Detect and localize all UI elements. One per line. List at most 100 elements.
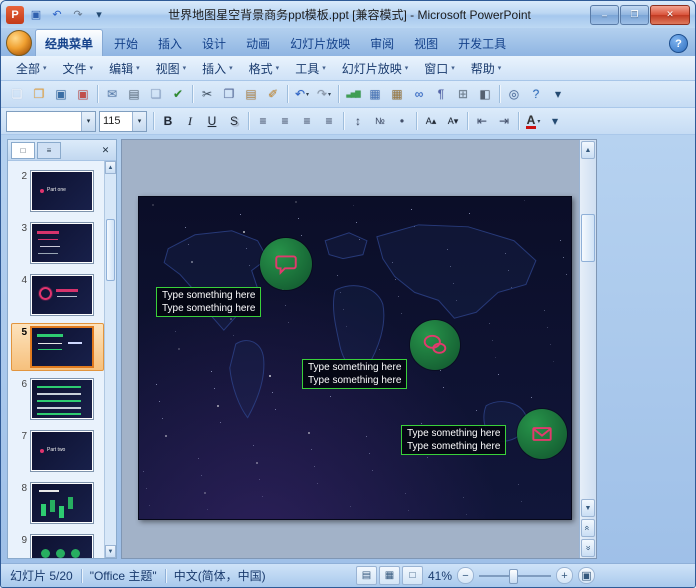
spelling-button[interactable]: ✔ <box>167 84 189 104</box>
slide-thumbnail-6[interactable]: 6 <box>11 375 104 423</box>
maximize-button[interactable]: ❐ <box>620 4 649 25</box>
zoom-out-button[interactable]: − <box>457 567 474 584</box>
menu-edit[interactable]: 编辑 ▾ <box>104 58 145 79</box>
tab-review[interactable]: 审阅 <box>361 30 403 56</box>
menu-window[interactable]: 窗口 ▾ <box>419 58 460 79</box>
increase-font-button[interactable]: A▴ <box>420 111 442 131</box>
undo-icon[interactable]: ↶ <box>47 6 67 24</box>
tables-borders-button[interactable]: ▦ <box>386 84 408 104</box>
normal-view-button[interactable]: ▤ <box>355 566 377 585</box>
slide-canvas[interactable]: Type something here Type something here … <box>138 196 572 520</box>
help-button[interactable]: ? <box>525 84 547 104</box>
redo-button[interactable]: ↷ ▾ <box>313 84 335 104</box>
menu-help[interactable]: 帮助 ▾ <box>466 58 507 79</box>
zoom-in-button[interactable]: + <box>556 567 573 584</box>
tab-developer[interactable]: 开发工具 <box>449 30 515 56</box>
menu-format[interactable]: 格式 ▾ <box>244 58 285 79</box>
slide-thumbnail-7[interactable]: 7 Part two <box>11 427 104 475</box>
menu-view[interactable]: 视图 ▾ <box>151 58 192 79</box>
show-grid-button[interactable]: ⊞ <box>452 84 474 104</box>
toolbar-options-button[interactable]: ▾ <box>547 84 569 104</box>
print-preview-button[interactable]: ❏ <box>145 84 167 104</box>
slide-thumbnail-5[interactable]: 5 <box>11 323 104 371</box>
insert-hyperlink-button[interactable]: ∞ <box>408 84 430 104</box>
zoom-level[interactable]: 41% <box>428 569 452 583</box>
app-icon[interactable]: P <box>6 5 24 24</box>
scroll-up-icon[interactable]: ▲ <box>105 161 116 174</box>
zoom-slider[interactable] <box>479 568 551 584</box>
cut-button[interactable]: ✂ <box>196 84 218 104</box>
text-placeholder-2[interactable]: Type something here Type something here <box>302 359 408 389</box>
chevron-down-icon[interactable]: ▾ <box>132 111 146 131</box>
language-indicator[interactable]: 中文(简体，中国) <box>174 567 266 584</box>
align-center-button[interactable]: ≡ <box>274 111 296 131</box>
close-pane-button[interactable]: ✕ <box>98 143 113 157</box>
font-name-combo[interactable]: ▾ <box>6 110 96 132</box>
fit-to-window-button[interactable]: ▣ <box>578 567 595 584</box>
paste-button[interactable]: ▤ <box>240 84 262 104</box>
email-button[interactable]: ✉ <box>101 84 123 104</box>
new-button[interactable]: ❏ <box>6 84 28 104</box>
format-painter-button[interactable]: ✐ <box>262 84 284 104</box>
close-button[interactable]: ✕ <box>650 4 690 25</box>
scroll-down-icon[interactable]: ▼ <box>105 545 116 558</box>
pane-scrollbar[interactable]: ▲ ▼ <box>104 161 116 558</box>
office-button[interactable] <box>6 30 32 56</box>
insert-chart-button[interactable]: ▃▅▇ <box>342 84 364 104</box>
numbering-button[interactable]: № <box>369 111 391 131</box>
insert-table-button[interactable]: ▦ <box>364 84 386 104</box>
font-size-combo[interactable]: 115 ▾ <box>99 110 147 132</box>
scroll-down-icon[interactable]: ▼ <box>581 499 595 517</box>
menu-tools[interactable]: 工具 ▾ <box>290 58 331 79</box>
undo-button[interactable]: ↶ ▾ <box>291 84 313 104</box>
save-button[interactable]: ▣ <box>50 84 72 104</box>
increase-indent-button[interactable]: ⇥ <box>493 111 515 131</box>
editor-scrollbar[interactable]: ▲ ▼ « « <box>579 140 596 558</box>
justify-button[interactable]: ≡ <box>318 111 340 131</box>
italic-button[interactable]: I <box>179 111 201 131</box>
slide-thumbnail-4[interactable]: 4 <box>11 271 104 319</box>
shadow-button[interactable]: S <box>223 111 245 131</box>
underline-button[interactable]: U <box>201 111 223 131</box>
slides-tab[interactable]: □ <box>11 141 35 159</box>
scroll-up-icon[interactable]: ▲ <box>581 141 595 159</box>
menu-all[interactable]: 全部 ▾ <box>11 58 52 79</box>
pane-scroll-thumb[interactable] <box>106 218 115 281</box>
tab-slideshow[interactable]: 幻灯片放映 <box>281 30 359 56</box>
minimize-button[interactable]: – <box>590 4 619 25</box>
zoom-button[interactable]: ◎ <box>503 84 525 104</box>
tab-view[interactable]: 视图 <box>405 30 447 56</box>
tab-design[interactable]: 设计 <box>193 30 235 56</box>
menu-file[interactable]: 文件 ▾ <box>58 58 99 79</box>
callout-circle-3[interactable] <box>517 409 567 459</box>
bold-button[interactable]: B <box>157 111 179 131</box>
callout-circle-1[interactable] <box>260 238 312 290</box>
editor-scroll-thumb[interactable] <box>581 214 595 263</box>
toolbar-options-button[interactable]: ▾ <box>544 111 566 131</box>
decrease-indent-button[interactable]: ⇤ <box>471 111 493 131</box>
copy-button[interactable]: ❐ <box>218 84 240 104</box>
tab-home[interactable]: 开始 <box>105 30 147 56</box>
outline-tab[interactable]: ≡ <box>37 141 61 159</box>
callout-circle-2[interactable] <box>410 320 460 370</box>
ribbon-help-button[interactable]: ? <box>669 34 688 53</box>
redo-icon[interactable]: ↷ <box>68 6 88 24</box>
menu-slideshow[interactable]: 幻灯片放映 ▾ <box>337 58 414 79</box>
editor-scroll-track[interactable] <box>581 160 595 498</box>
save-icon[interactable]: ▣ <box>26 6 46 24</box>
previous-slide-button[interactable]: « <box>581 519 595 537</box>
font-color-button[interactable]: A ▾ <box>522 111 544 131</box>
expand-all-button[interactable]: ¶ <box>430 84 452 104</box>
print-button[interactable]: ▤ <box>123 84 145 104</box>
tab-classic-menu[interactable]: 经典菜单 <box>35 29 104 56</box>
slide-sorter-button[interactable]: ▦ <box>378 566 400 585</box>
align-left-button[interactable]: ≡ <box>252 111 274 131</box>
align-right-button[interactable]: ≡ <box>296 111 318 131</box>
qat-menu-button[interactable]: ▾ <box>89 6 109 24</box>
permission-button[interactable]: ▣ <box>72 84 94 104</box>
text-placeholder-3[interactable]: Type something here Type something here <box>401 425 507 455</box>
chevron-down-icon[interactable]: ▾ <box>81 111 95 131</box>
next-slide-button[interactable]: « <box>581 539 595 557</box>
pane-scroll-track[interactable] <box>105 174 116 545</box>
tab-insert[interactable]: 插入 <box>149 30 191 56</box>
